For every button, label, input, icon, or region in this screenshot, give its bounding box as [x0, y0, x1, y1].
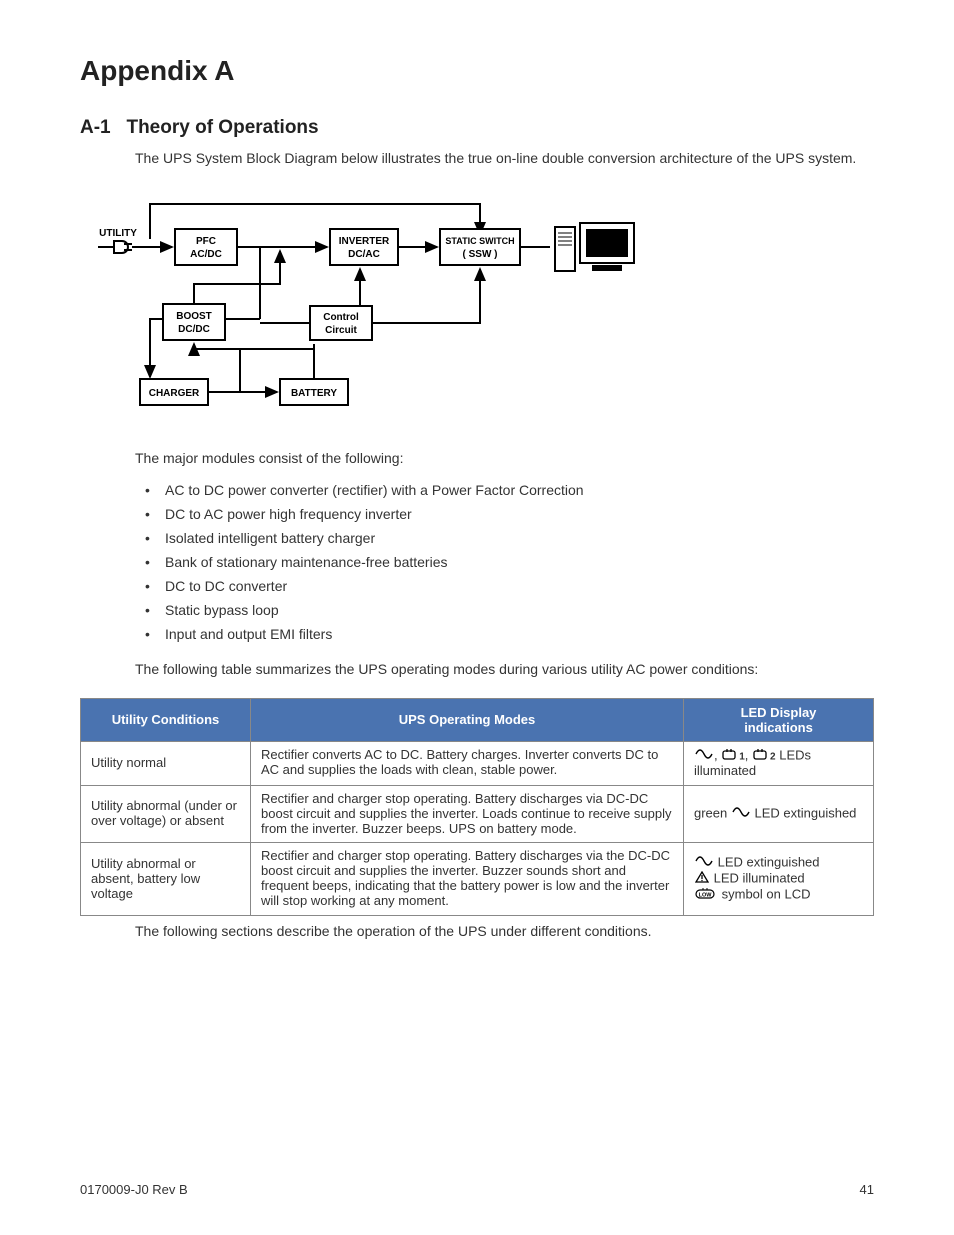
list-item: Static bypass loop: [135, 598, 874, 622]
svg-text:CHARGER: CHARGER: [149, 388, 200, 399]
svg-text:( SSW ): ( SSW ): [463, 249, 498, 260]
svg-text:PFC: PFC: [196, 236, 216, 247]
list-item: Input and output EMI filters: [135, 622, 874, 646]
th-modes: UPS Operating Modes: [251, 698, 684, 741]
svg-text:DC/AC: DC/AC: [348, 249, 380, 260]
sine-icon: [732, 806, 750, 822]
list-item: Isolated intelligent battery charger: [135, 526, 874, 550]
section-heading: A-1 Theory of Operations: [80, 117, 874, 139]
svg-text:UTILITY: UTILITY: [99, 228, 137, 239]
sine-icon: [695, 748, 713, 764]
outro-paragraph: The following sections describe the oper…: [135, 922, 874, 942]
load-icon: [555, 223, 634, 271]
operating-modes-table: Utility Conditions UPS Operating Modes L…: [80, 698, 874, 916]
section-number: A-1: [80, 117, 111, 138]
svg-text:INVERTER: INVERTER: [339, 236, 390, 247]
svg-text:AC/DC: AC/DC: [190, 249, 222, 260]
svg-text:BATTERY: BATTERY: [291, 388, 337, 399]
svg-text:Circuit: Circuit: [325, 325, 357, 336]
th-utility: Utility Conditions: [81, 698, 251, 741]
appendix-heading: Appendix A: [80, 55, 874, 87]
low-battery-icon: LOW: [695, 887, 717, 903]
sine-icon: [695, 855, 713, 871]
svg-text:LOW: LOW: [699, 893, 713, 899]
page-footer: 0170009-J0 Rev B 41: [80, 1182, 874, 1197]
page-number: 41: [860, 1182, 874, 1197]
section-title: Theory of Operations: [126, 117, 318, 138]
svg-text:DC/DC: DC/DC: [178, 324, 210, 335]
ups-block-diagram-svg: .bx { fill:#fff; stroke:#000; stroke-wid…: [80, 189, 650, 419]
list-item: AC to DC power converter (rectifier) wit…: [135, 478, 874, 502]
intro-paragraph: The UPS System Block Diagram below illus…: [135, 149, 874, 169]
list-item: DC to AC power high frequency inverter: [135, 502, 874, 526]
doc-id: 0170009-J0 Rev B: [80, 1182, 188, 1197]
table-row: Utility normal Rectifier converts AC to …: [81, 741, 874, 785]
plug-icon: [98, 241, 132, 253]
warning-icon: [695, 871, 709, 887]
th-led: LED Display indications: [684, 698, 874, 741]
table-row: Utility abnormal or absent, battery low …: [81, 843, 874, 916]
list-item: Bank of stationary maintenance-free batt…: [135, 550, 874, 574]
table-row: Utility abnormal (under or over voltage)…: [81, 785, 874, 843]
modules-list: AC to DC power converter (rectifier) wit…: [135, 478, 874, 646]
svg-text:BOOST: BOOST: [176, 311, 212, 322]
modules-intro: The major modules consist of the followi…: [135, 449, 874, 469]
block-diagram: .bx { fill:#fff; stroke:#000; stroke-wid…: [80, 189, 874, 424]
svg-text:STATIC SWITCH: STATIC SWITCH: [445, 236, 514, 246]
outlet-icon: [722, 748, 738, 764]
svg-text:Control: Control: [323, 312, 359, 323]
outlet-icon: [753, 748, 769, 764]
list-item: DC to DC converter: [135, 574, 874, 598]
table-intro: The following table summarizes the UPS o…: [135, 660, 874, 680]
